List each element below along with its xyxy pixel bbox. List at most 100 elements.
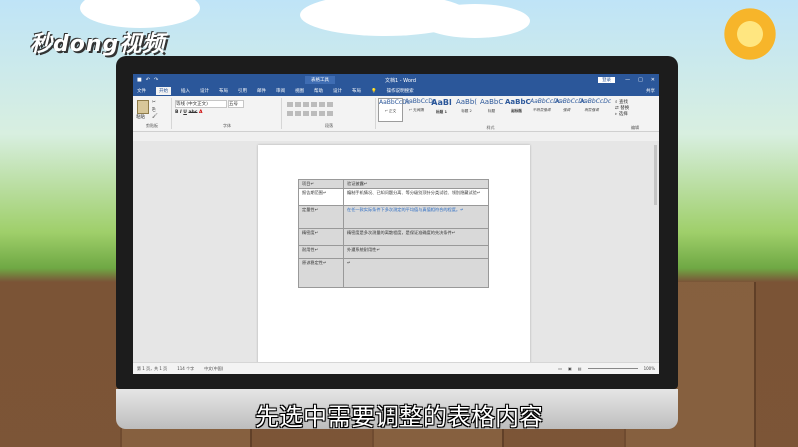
font-format-buttons: B I U abc A [175, 110, 203, 115]
lightbulb-icon: 💡 [371, 88, 377, 94]
paste-button[interactable]: 粘贴 [136, 114, 145, 120]
table-row[interactable]: 定量性↵ 在任一款实际条件下多次测定的平均值与真值相符合的程度。↵ [298, 205, 489, 229]
style-emphasis[interactable]: AaBbCcDc 强调 [555, 98, 586, 120]
copy-icon[interactable]: ⎘ [152, 107, 156, 113]
view-controls: ▭ ▣ ▤ 100% [558, 366, 655, 371]
style-subtitle[interactable]: AaBbC 副标题 [505, 98, 531, 120]
strikethrough-button[interactable]: abc [189, 110, 198, 115]
document-title: 文档1 - Word [385, 77, 417, 84]
tab-table-design[interactable]: 设计 [333, 88, 342, 94]
style-normal[interactable]: AaBbCcDc ↵ 正文 [378, 98, 410, 122]
login-button[interactable]: 登录 [598, 77, 616, 83]
table-row[interactable]: 项目↵ 验证披露↵ [298, 179, 489, 189]
table-row[interactable]: 精密度↵ 精密度是多次测量的离散程度，是保证准确度的先决条件↵ [298, 228, 489, 246]
table-cell-value[interactable]: 在任一款实际条件下多次测定的平均值与真值相符合的程度。↵ [343, 205, 489, 229]
select-icon: ▹ [615, 112, 618, 117]
minimize-button[interactable]: — [625, 77, 630, 83]
undo-icon[interactable]: ↶ [146, 77, 150, 83]
watermark-logo: 秒dong视频 [30, 32, 166, 57]
table-cell-label[interactable]: 报告期范围↵ [298, 188, 344, 206]
tab-help[interactable]: 帮助 [314, 88, 323, 94]
zoom-slider[interactable] [587, 368, 638, 369]
format-painter-icon[interactable]: 🖌 [152, 114, 158, 119]
bold-button[interactable]: B [175, 110, 178, 115]
tell-me-search[interactable]: 操作说明搜索 [387, 88, 414, 94]
table-cell-value[interactable]: 精密度是多次测量的离散程度，是保证准确度的先决条件↵ [343, 228, 489, 246]
zoom-level[interactable]: 100% [644, 366, 655, 371]
window-controls: — □ ✕ [625, 77, 655, 83]
cloud [420, 4, 530, 38]
maximize-button[interactable]: □ [638, 77, 643, 83]
tab-layout[interactable]: 布局 [219, 88, 228, 94]
tab-design[interactable]: 设计 [200, 88, 209, 94]
sun-icon [720, 4, 780, 64]
close-button[interactable]: ✕ [651, 77, 655, 83]
paste-icon[interactable] [137, 100, 149, 114]
select-button[interactable]: ▹ 选择 [615, 111, 655, 117]
cut-icon[interactable]: ✂ [152, 100, 156, 105]
table-cell-value[interactable]: 验证披露↵ [343, 179, 489, 189]
read-mode-icon[interactable]: ▭ [558, 366, 562, 371]
tab-mailings[interactable]: 邮件 [257, 88, 266, 94]
table-cell-label[interactable]: 项目↵ [298, 179, 344, 189]
tab-insert[interactable]: 插入 [181, 88, 190, 94]
vertical-scrollbar[interactable] [654, 145, 657, 205]
table-cell-value[interactable]: ↵ [343, 258, 489, 288]
redo-icon[interactable]: ↷ [154, 77, 158, 83]
style-heading-1[interactable]: AaBl 标题 1 [430, 98, 453, 120]
quick-access-toolbar: ■ ↶ ↷ [137, 77, 185, 83]
tab-view[interactable]: 视图 [295, 88, 304, 94]
page-count: 第 1 页，共 1 页 [137, 365, 168, 371]
style-subtle-emphasis[interactable]: AaBbCcDc 不明显强调 [530, 98, 561, 120]
word-count[interactable]: 114 个字 [177, 366, 194, 372]
style-intense-emphasis[interactable]: AaBbCcDc 明显强调 [580, 98, 611, 120]
font-group-label: 字体 [223, 123, 231, 128]
font-group: 等线 (中文正文) 五号 B I U abc A 字体 [173, 98, 282, 129]
table-cell-label[interactable]: 定量性↵ [298, 205, 344, 229]
document-table[interactable]: 项目↵ 验证披露↵ 报告期范围↵ 编制手机情况、已知问题分离、等分级别顶针分类试… [298, 179, 489, 288]
styles-group-label: 样式 [486, 125, 495, 130]
title-bar: ■ ↶ ↷ 表格工具 文档1 - Word 登录 — □ ✕ [133, 74, 659, 86]
tab-table-layout[interactable]: 布局 [352, 88, 361, 94]
table-row[interactable]: 原谅稳定性↵ ↵ [298, 258, 489, 288]
font-name-select[interactable]: 等线 (中文正文) [175, 100, 227, 108]
table-row[interactable]: 耐用性↵ 外遭系统耐用性↵ [298, 245, 489, 259]
table-cell-label[interactable]: 精密度↵ [298, 228, 344, 246]
tab-review[interactable]: 审阅 [276, 88, 285, 94]
table-cell-label[interactable]: 原谅稳定性↵ [298, 258, 344, 288]
table-row[interactable]: 报告期范围↵ 编制手机情况、已知问题分离、等分级别顶针分类试验、领别隐藏试验↵ [298, 188, 489, 206]
clipboard-group: 粘贴 ✂ ⎘ 🖌 剪贴板 [133, 98, 172, 129]
styles-gallery: AaBbCcDc ↵ 正文 AaBbCcDc ↵ 无间隔 AaBl 标题 1 AaBb… [378, 98, 611, 122]
tab-file[interactable]: 文件 [137, 88, 146, 94]
document-area: 项目↵ 验证披露↵ 报告期范围↵ 编制手机情况、已知问题分离、等分级别顶针分类试… [133, 141, 659, 374]
document-page: 项目↵ 验证披露↵ 报告期范围↵ 编制手机情况、已知问题分离、等分级别顶针分类试… [258, 145, 530, 374]
save-icon[interactable]: ■ [137, 77, 142, 83]
underline-button[interactable]: U [183, 110, 187, 115]
style-no-spacing[interactable]: AaBbCcDc ↵ 无间隔 [405, 98, 436, 120]
subtitle-caption: 先选中需要调整的表格内容 [255, 403, 543, 431]
share-button[interactable]: 共享 [646, 88, 655, 94]
status-bar: 第 1 页，共 1 页 114 个字 中文(中国) ▭ ▣ ▤ 100% [133, 362, 659, 374]
tab-references[interactable]: 引用 [238, 88, 247, 94]
style-heading-2[interactable]: AaBb(标题 2 [455, 98, 478, 120]
font-color-button[interactable]: A [199, 110, 202, 115]
language[interactable]: 中文(中国) [204, 366, 223, 372]
context-tab-label: 表格工具 [305, 76, 335, 84]
editing-group: ⌕ 查找 ⇄ 替换 ▹ 选择 编辑 [615, 99, 655, 130]
paragraph-group: 段落 [283, 98, 376, 129]
word-window: ■ ↶ ↷ 表格工具 文档1 - Word 登录 — □ ✕ 文件 开始 插入 … [133, 74, 659, 374]
print-layout-icon[interactable]: ▣ [568, 366, 572, 371]
web-layout-icon[interactable]: ▤ [578, 366, 582, 371]
table-cell-value[interactable]: 外遭系统耐用性↵ [343, 245, 489, 259]
style-title[interactable]: AaBbC 标题 [480, 98, 503, 120]
clipboard-group-label: 剪贴板 [146, 123, 158, 128]
table-cell-value[interactable]: 编制手机情况、已知问题分离、等分级别顶针分类试验、领别隐藏试验↵ [343, 188, 489, 206]
ribbon-tabs: 文件 开始 插入 设计 布局 引用 邮件 审阅 视图 帮助 设计 布局 💡 操作… [133, 86, 659, 96]
font-size-select[interactable]: 五号 [228, 100, 244, 108]
paragraph-buttons[interactable] [286, 101, 334, 119]
ribbon: 粘贴 ✂ ⎘ 🖌 剪贴板 等线 (中文正文) 五号 B I U abc A 字体… [133, 96, 659, 132]
tab-home[interactable]: 开始 [156, 87, 171, 95]
italic-button[interactable]: I [180, 110, 182, 115]
table-cell-label[interactable]: 耐用性↵ [298, 245, 344, 259]
editing-group-label: 编辑 [631, 125, 639, 130]
